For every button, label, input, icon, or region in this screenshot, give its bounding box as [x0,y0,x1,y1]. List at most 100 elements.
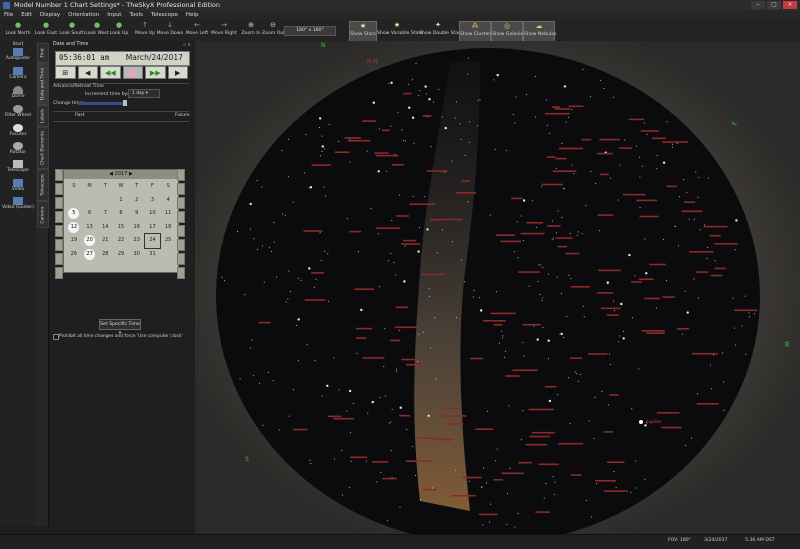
tab-find[interactable]: Find [37,43,49,63]
calendar-day[interactable]: 22 [113,234,129,248]
sidebar-item-rotator[interactable]: Rotator [2,142,34,155]
zoom-in-button[interactable]: ⊕ Zoom In [240,21,262,40]
calendar-day[interactable]: 12 [66,221,82,235]
calendar-day[interactable]: 14 [97,221,113,235]
step-back-button[interactable]: ◀ [77,66,98,79]
show-clusters-button[interactable]: ⁂ Show Clusters [459,21,493,42]
calendar-side-button[interactable] [177,169,185,181]
sidebar-item-video[interactable]: Video [2,179,34,192]
calendar-side-button[interactable] [55,211,63,223]
tab-date-and-time[interactable]: Date and Time [37,63,49,105]
sidebar-item-telescope[interactable]: Telescope [2,160,34,173]
calendar-day[interactable]: 10 [145,207,161,221]
calendar-day[interactable]: 4 [160,194,176,208]
calendar-day[interactable]: 19 [66,234,82,248]
calendar-day[interactable]: 31 [145,248,161,262]
look-east-button[interactable]: ● Look East [33,21,59,40]
calendar-side-button[interactable] [177,183,185,195]
look-west-button[interactable]: ● Look West [85,21,109,40]
maximize-button[interactable]: ▢ [767,1,781,9]
calendar-day[interactable]: 15 [113,221,129,235]
calendar-side-button[interactable] [55,225,63,237]
show-nebulas-button[interactable]: ☁ Show Nebulas [523,21,556,42]
calendar-side-button[interactable] [177,253,185,265]
calendar-day[interactable]: 29 [113,248,129,262]
calendar-day[interactable]: 24 [143,233,162,249]
show-variable-stars-button[interactable]: ★ Show Variable Stars [377,21,423,40]
tab-telescope[interactable]: Telescope [37,169,49,201]
calendar-day[interactable]: 13 [82,221,98,235]
sidebar-item-dome[interactable]: Dome [2,86,34,99]
sidebar-item-filter-wheel[interactable]: Filter Wheel [2,105,34,118]
menu-help[interactable]: Help [182,11,203,19]
close-button[interactable]: ✕ [783,1,797,9]
calendar-day[interactable]: 25 [160,234,176,248]
zoom-out-button[interactable]: ⊖ Zoom Out [262,21,285,40]
slider-handle[interactable] [123,100,127,106]
menu-file[interactable]: File [0,11,17,19]
move-down-button[interactable]: ↓ Move Down [156,21,184,40]
prev-year-button[interactable]: ◀ [109,171,113,177]
tab-camera[interactable]: Camera [37,201,49,228]
tab-labels[interactable]: Labels [37,105,49,127]
panel-window-controls[interactable]: ▫ ✕ [183,43,191,48]
calendar-side-button[interactable] [177,197,185,209]
calendar-day[interactable]: 23 [129,234,145,248]
look-up-button[interactable]: ● Look Up [109,21,129,40]
step-forward-button[interactable]: ▶ [167,66,188,79]
calendar-side-button[interactable] [177,211,185,223]
calendar-side-button[interactable] [55,197,63,209]
sidebar-item-autoguider[interactable]: Autoguider [2,48,34,61]
look-south-button[interactable]: ● Look South [59,21,85,40]
look-north-button[interactable]: ● Look North [4,21,32,40]
show-stars-button[interactable]: ★ Show Stars [349,21,377,42]
fov-dropdown[interactable]: 180° x 180° [284,26,336,36]
minimize-button[interactable]: – [751,1,765,9]
calendar-day[interactable]: 9 [129,207,145,221]
menu-tools[interactable]: Tools [125,11,147,19]
sidebar-item-focuser[interactable]: Focuser [2,124,34,137]
calendar-day[interactable]: 3 [145,194,161,208]
calendar-side-button[interactable] [55,183,63,195]
calendar-day[interactable]: 11 [160,207,176,221]
show-galaxies-button[interactable]: ◎ Show Galaxies [491,21,526,42]
calendar-side-button[interactable] [177,267,185,279]
calendar-day[interactable]: 27 [82,248,98,262]
menu-orientation[interactable]: Orientation [64,11,103,19]
calendar-day[interactable]: 5 [66,207,82,221]
calendar-day[interactable]: 2 [129,194,145,208]
calendar-side-button[interactable] [55,169,63,181]
tab-chart-elements[interactable]: Chart Elements [37,127,49,169]
calendar-day[interactable]: 28 [97,248,113,262]
calendar-day[interactable]: 20 [82,234,98,248]
calendar-side-button[interactable] [55,239,63,251]
calendar-day[interactable]: 6 [82,207,98,221]
sidebar-item-camera[interactable]: Camera [2,67,34,80]
show-double-stars-button[interactable]: ✦ Show Double Stars [419,21,462,40]
calendar-day[interactable]: 17 [145,221,161,235]
menu-edit[interactable]: Edit [17,11,36,19]
stop-button[interactable] [122,66,143,79]
calendar-day[interactable]: 16 [129,221,145,235]
calendar-day[interactable]: 8 [113,207,129,221]
calendar-day[interactable]: 30 [129,248,145,262]
calendar-day[interactable]: 21 [97,234,113,248]
menu-input[interactable]: Input [103,11,125,19]
move-right-button[interactable]: → Move Right [210,21,238,40]
calendar-day[interactable]: 26 [66,248,82,262]
calendar-day[interactable]: 18 [160,221,176,235]
sky-chart[interactable]: N E S W M 31 Jupiter [195,41,800,534]
use-computer-clock-button[interactable]: ⊞ [55,66,76,79]
fast-forward-button[interactable]: ▶▶ [145,66,166,79]
calendar-day[interactable]: 1 [113,194,129,208]
change-time-slider[interactable] [78,102,126,105]
sidebar-item-video-guider[interactable]: Video (Guider) [2,197,34,210]
calendar-day[interactable]: 7 [97,207,113,221]
increment-dropdown[interactable]: 1 day ▾ [128,89,160,98]
move-left-button[interactable]: ← Move Left [184,21,210,40]
calendar-side-button[interactable] [55,267,63,279]
calendar-side-button[interactable] [177,225,185,237]
move-up-button[interactable]: ↑ Move Up [134,21,156,40]
menu-telescope[interactable]: Telescope [147,11,182,19]
set-specific-time-button[interactable]: Set Specific Time ▾ [99,319,141,336]
